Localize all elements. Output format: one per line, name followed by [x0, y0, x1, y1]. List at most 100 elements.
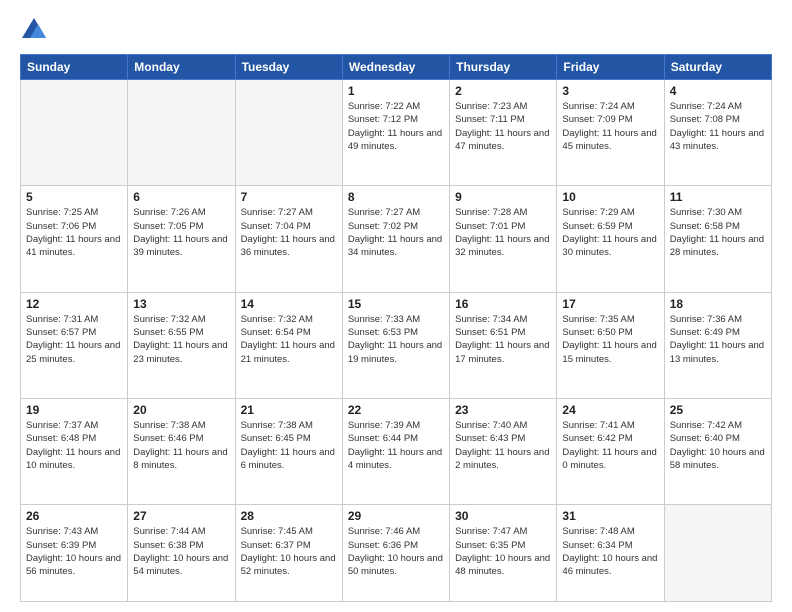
calendar-cell: 9Sunrise: 7:28 AM Sunset: 7:01 PM Daylig… — [450, 186, 557, 292]
day-number: 4 — [670, 84, 766, 98]
calendar-cell: 27 Sunrise: 7:44 AM Sunset: 6:38 PM Dayli… — [128, 505, 235, 602]
day-info: Sunrise: 7:30 AM Sunset: 6:58 PM Dayligh… — [670, 206, 766, 259]
day-number: 27 — [133, 509, 229, 523]
week-row-5: 26 Sunrise: 7:43 AM Sunset: 6:39 PM Dayli… — [21, 505, 772, 602]
day-info: Sunrise: 7:34 AM Sunset: 6:51 PM Dayligh… — [455, 313, 551, 366]
calendar-cell: 1 Sunrise: 7:22 AM Sunset: 7:12 PM Daylig… — [342, 80, 449, 186]
day-info: Sunrise: 7:48 AM Sunset: 6:34 PM Dayligh… — [562, 525, 658, 578]
calendar-header: SundayMondayTuesdayWednesdayThursdayFrid… — [21, 55, 772, 80]
day-info: Sunrise: 7:36 AM Sunset: 6:49 PM Dayligh… — [670, 313, 766, 366]
day-number: 3 — [562, 84, 658, 98]
week-row-1: 1 Sunrise: 7:22 AM Sunset: 7:12 PM Daylig… — [21, 80, 772, 186]
calendar-cell: 23 Sunrise: 7:40 AM Sunset: 6:43 PM Dayli… — [450, 398, 557, 504]
day-info: Sunrise: 7:37 AM Sunset: 6:48 PM Dayligh… — [26, 419, 122, 472]
day-info: Sunrise: 7:39 AM Sunset: 6:44 PM Dayligh… — [348, 419, 444, 472]
day-info: Sunrise: 7:44 AM Sunset: 6:38 PM Dayligh… — [133, 525, 229, 578]
calendar-cell: 31 Sunrise: 7:48 AM Sunset: 6:34 PM Dayli… — [557, 505, 664, 602]
week-row-2: 5Sunrise: 7:25 AM Sunset: 7:06 PM Daylig… — [21, 186, 772, 292]
day-number: 28 — [241, 509, 337, 523]
day-number: 12 — [26, 297, 122, 311]
calendar-cell — [128, 80, 235, 186]
calendar-cell: 25Sunrise: 7:42 AM Sunset: 6:40 PM Dayli… — [664, 398, 771, 504]
day-number: 24 — [562, 403, 658, 417]
weekday-header-row: SundayMondayTuesdayWednesdayThursdayFrid… — [21, 55, 772, 80]
calendar-cell — [21, 80, 128, 186]
day-info: Sunrise: 7:47 AM Sunset: 6:35 PM Dayligh… — [455, 525, 551, 578]
calendar-cell: 8Sunrise: 7:27 AM Sunset: 7:02 PM Daylig… — [342, 186, 449, 292]
day-number: 7 — [241, 190, 337, 204]
day-info: Sunrise: 7:28 AM Sunset: 7:01 PM Dayligh… — [455, 206, 551, 259]
calendar-cell: 21 Sunrise: 7:38 AM Sunset: 6:45 PM Dayli… — [235, 398, 342, 504]
day-info: Sunrise: 7:46 AM Sunset: 6:36 PM Dayligh… — [348, 525, 444, 578]
weekday-header-wednesday: Wednesday — [342, 55, 449, 80]
day-info: Sunrise: 7:43 AM Sunset: 6:39 PM Dayligh… — [26, 525, 122, 578]
day-info: Sunrise: 7:22 AM Sunset: 7:12 PM Dayligh… — [348, 100, 444, 153]
day-number: 18 — [670, 297, 766, 311]
calendar-cell: 7 Sunrise: 7:27 AM Sunset: 7:04 PM Daylig… — [235, 186, 342, 292]
day-number: 26 — [26, 509, 122, 523]
day-info: Sunrise: 7:26 AM Sunset: 7:05 PM Dayligh… — [133, 206, 229, 259]
calendar-cell: 6 Sunrise: 7:26 AM Sunset: 7:05 PM Daylig… — [128, 186, 235, 292]
calendar-cell: 24 Sunrise: 7:41 AM Sunset: 6:42 PM Dayli… — [557, 398, 664, 504]
day-info: Sunrise: 7:40 AM Sunset: 6:43 PM Dayligh… — [455, 419, 551, 472]
calendar-table: SundayMondayTuesdayWednesdayThursdayFrid… — [20, 54, 772, 602]
weekday-header-thursday: Thursday — [450, 55, 557, 80]
day-number: 11 — [670, 190, 766, 204]
page: SundayMondayTuesdayWednesdayThursdayFrid… — [0, 0, 792, 612]
day-info: Sunrise: 7:24 AM Sunset: 7:08 PM Dayligh… — [670, 100, 766, 153]
day-number: 15 — [348, 297, 444, 311]
day-number: 29 — [348, 509, 444, 523]
day-info: Sunrise: 7:29 AM Sunset: 6:59 PM Dayligh… — [562, 206, 658, 259]
day-info: Sunrise: 7:38 AM Sunset: 6:46 PM Dayligh… — [133, 419, 229, 472]
day-info: Sunrise: 7:23 AM Sunset: 7:11 PM Dayligh… — [455, 100, 551, 153]
day-number: 19 — [26, 403, 122, 417]
day-info: Sunrise: 7:38 AM Sunset: 6:45 PM Dayligh… — [241, 419, 337, 472]
weekday-header-friday: Friday — [557, 55, 664, 80]
calendar-cell: 15 Sunrise: 7:33 AM Sunset: 6:53 PM Dayli… — [342, 292, 449, 398]
day-number: 6 — [133, 190, 229, 204]
day-number: 23 — [455, 403, 551, 417]
calendar-cell: 11 Sunrise: 7:30 AM Sunset: 6:58 PM Dayli… — [664, 186, 771, 292]
calendar-cell: 30 Sunrise: 7:47 AM Sunset: 6:35 PM Dayli… — [450, 505, 557, 602]
header — [20, 16, 772, 44]
day-number: 20 — [133, 403, 229, 417]
calendar-cell: 17 Sunrise: 7:35 AM Sunset: 6:50 PM Dayli… — [557, 292, 664, 398]
calendar-body: 1 Sunrise: 7:22 AM Sunset: 7:12 PM Daylig… — [21, 80, 772, 602]
day-number: 25 — [670, 403, 766, 417]
day-info: Sunrise: 7:32 AM Sunset: 6:55 PM Dayligh… — [133, 313, 229, 366]
calendar-cell: 10Sunrise: 7:29 AM Sunset: 6:59 PM Dayli… — [557, 186, 664, 292]
day-info: Sunrise: 7:41 AM Sunset: 6:42 PM Dayligh… — [562, 419, 658, 472]
logo-icon — [20, 16, 48, 44]
calendar-cell: 16Sunrise: 7:34 AM Sunset: 6:51 PM Dayli… — [450, 292, 557, 398]
day-info: Sunrise: 7:33 AM Sunset: 6:53 PM Dayligh… — [348, 313, 444, 366]
calendar-cell: 12 Sunrise: 7:31 AM Sunset: 6:57 PM Dayli… — [21, 292, 128, 398]
weekday-header-tuesday: Tuesday — [235, 55, 342, 80]
calendar-cell: 14Sunrise: 7:32 AM Sunset: 6:54 PM Dayli… — [235, 292, 342, 398]
calendar-cell — [664, 505, 771, 602]
day-number: 30 — [455, 509, 551, 523]
calendar-cell: 3Sunrise: 7:24 AM Sunset: 7:09 PM Daylig… — [557, 80, 664, 186]
day-number: 1 — [348, 84, 444, 98]
day-number: 31 — [562, 509, 658, 523]
day-info: Sunrise: 7:35 AM Sunset: 6:50 PM Dayligh… — [562, 313, 658, 366]
day-info: Sunrise: 7:27 AM Sunset: 7:02 PM Dayligh… — [348, 206, 444, 259]
day-info: Sunrise: 7:31 AM Sunset: 6:57 PM Dayligh… — [26, 313, 122, 366]
calendar-cell: 19 Sunrise: 7:37 AM Sunset: 6:48 PM Dayli… — [21, 398, 128, 504]
calendar-cell — [235, 80, 342, 186]
calendar-cell: 22 Sunrise: 7:39 AM Sunset: 6:44 PM Dayli… — [342, 398, 449, 504]
day-info: Sunrise: 7:27 AM Sunset: 7:04 PM Dayligh… — [241, 206, 337, 259]
day-number: 2 — [455, 84, 551, 98]
calendar-cell: 5Sunrise: 7:25 AM Sunset: 7:06 PM Daylig… — [21, 186, 128, 292]
calendar-cell: 29 Sunrise: 7:46 AM Sunset: 6:36 PM Dayli… — [342, 505, 449, 602]
day-number: 5 — [26, 190, 122, 204]
day-number: 22 — [348, 403, 444, 417]
day-number: 17 — [562, 297, 658, 311]
weekday-header-saturday: Saturday — [664, 55, 771, 80]
day-number: 14 — [241, 297, 337, 311]
week-row-3: 12 Sunrise: 7:31 AM Sunset: 6:57 PM Dayli… — [21, 292, 772, 398]
weekday-header-monday: Monday — [128, 55, 235, 80]
day-number: 13 — [133, 297, 229, 311]
day-info: Sunrise: 7:45 AM Sunset: 6:37 PM Dayligh… — [241, 525, 337, 578]
day-number: 21 — [241, 403, 337, 417]
calendar-cell: 26 Sunrise: 7:43 AM Sunset: 6:39 PM Dayli… — [21, 505, 128, 602]
